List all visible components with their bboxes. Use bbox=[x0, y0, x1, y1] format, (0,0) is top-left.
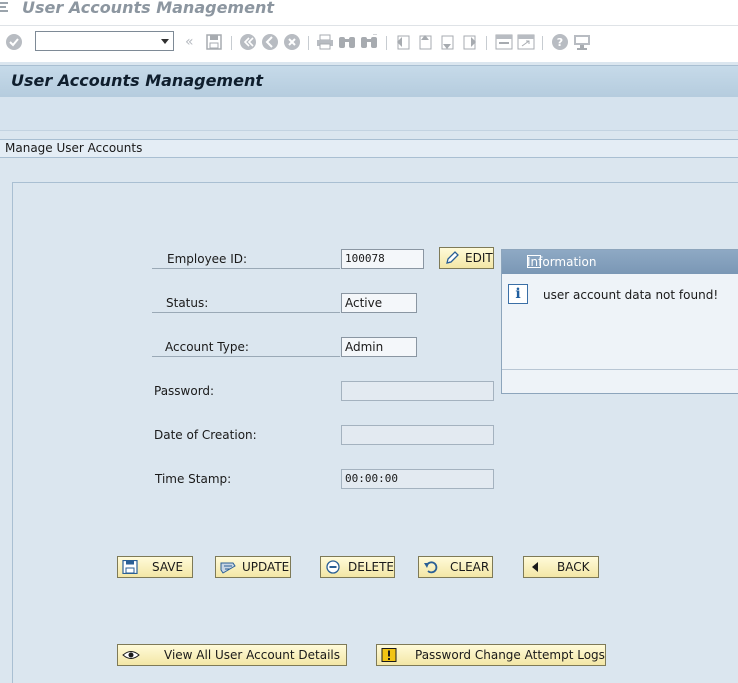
save-button[interactable]: SAVE bbox=[117, 556, 193, 578]
view-all-button-label: View All User Account Details bbox=[164, 648, 341, 662]
last-page-icon[interactable] bbox=[459, 32, 479, 52]
application-toolbar bbox=[0, 97, 738, 131]
delete-button[interactable]: DELETE bbox=[320, 556, 395, 578]
account-type-label: Account Type: bbox=[165, 340, 249, 354]
employee-id-field[interactable]: 100078 bbox=[341, 249, 424, 269]
command-field[interactable] bbox=[35, 31, 174, 51]
exit-icon[interactable] bbox=[260, 32, 280, 52]
password-field[interactable] bbox=[341, 381, 494, 401]
warning-icon bbox=[381, 648, 397, 662]
password-label: Password: bbox=[154, 384, 215, 398]
svg-text:?: ? bbox=[557, 36, 563, 49]
eye-icon bbox=[122, 651, 140, 659]
creation-date-label: Date of Creation: bbox=[154, 428, 257, 442]
update-button-label: UPDATE bbox=[242, 560, 290, 574]
dialog-title-bar[interactable]: Information bbox=[502, 250, 738, 274]
dialog-divider bbox=[502, 369, 738, 370]
find-next-icon[interactable] bbox=[359, 32, 379, 52]
information-dialog: Information i user account data not foun… bbox=[501, 249, 738, 394]
triangle-left-icon bbox=[532, 562, 538, 572]
update-icon bbox=[220, 562, 236, 574]
group-title: Manage User Accounts bbox=[5, 141, 143, 155]
screen-header: User Accounts Management bbox=[0, 65, 738, 97]
password-logs-button-label: Password Change Attempt Logs bbox=[415, 648, 605, 662]
check-icon[interactable] bbox=[4, 32, 24, 52]
group-header: Manage User Accounts bbox=[0, 139, 738, 158]
account-type-field[interactable]: Admin bbox=[341, 337, 417, 357]
undo-icon bbox=[424, 561, 438, 574]
employee-id-label: Employee ID: bbox=[167, 252, 248, 266]
minus-circle-icon bbox=[326, 560, 340, 574]
find-icon[interactable] bbox=[337, 32, 357, 52]
save-icon[interactable] bbox=[204, 32, 224, 52]
status-label: Status: bbox=[166, 296, 209, 310]
first-page-icon[interactable] bbox=[393, 32, 413, 52]
help-icon[interactable]: ? bbox=[550, 32, 570, 52]
print-icon[interactable] bbox=[315, 32, 335, 52]
layout-icon[interactable] bbox=[572, 32, 592, 52]
next-page-icon[interactable] bbox=[437, 32, 457, 52]
previous-page-icon[interactable] bbox=[415, 32, 435, 52]
screen-title: User Accounts Management bbox=[11, 71, 263, 90]
shortcut-icon[interactable] bbox=[516, 32, 536, 52]
info-icon: i bbox=[508, 284, 528, 304]
window-title-bar: User Accounts Management bbox=[0, 0, 738, 25]
save-button-label: SAVE bbox=[152, 560, 184, 574]
view-all-button[interactable]: View All User Account Details bbox=[117, 644, 347, 666]
password-logs-button[interactable]: Password Change Attempt Logs bbox=[376, 644, 606, 666]
clear-button-label: CLEAR bbox=[450, 560, 490, 574]
edit-button[interactable]: EDIT bbox=[439, 247, 494, 269]
cancel-icon[interactable] bbox=[282, 32, 302, 52]
update-button[interactable]: UPDATE bbox=[215, 556, 291, 578]
system-toolbar: « ? bbox=[0, 25, 738, 62]
back-icon[interactable] bbox=[238, 32, 258, 52]
timestamp-field[interactable]: 00:00:00 bbox=[341, 469, 494, 489]
collapse-icon[interactable]: « bbox=[185, 34, 194, 50]
pencil-icon bbox=[446, 251, 459, 264]
chevron-down-icon[interactable] bbox=[161, 39, 169, 44]
delete-button-label: DELETE bbox=[348, 560, 395, 574]
dialog-title: Information bbox=[527, 255, 597, 269]
clear-button[interactable]: CLEAR bbox=[418, 556, 493, 578]
save-icon bbox=[122, 560, 138, 574]
status-field[interactable]: Active bbox=[341, 293, 417, 313]
edit-button-label: EDIT bbox=[465, 251, 493, 265]
back-button[interactable]: BACK bbox=[523, 556, 599, 578]
window-menu-icon[interactable] bbox=[0, 1, 10, 15]
timestamp-label: Time Stamp: bbox=[155, 472, 232, 486]
window-title: User Accounts Management bbox=[22, 0, 274, 17]
create-session-icon[interactable] bbox=[494, 32, 514, 52]
creation-date-field[interactable] bbox=[341, 425, 494, 445]
dialog-message: user account data not found! bbox=[543, 288, 719, 302]
back-button-label: BACK bbox=[557, 560, 590, 574]
